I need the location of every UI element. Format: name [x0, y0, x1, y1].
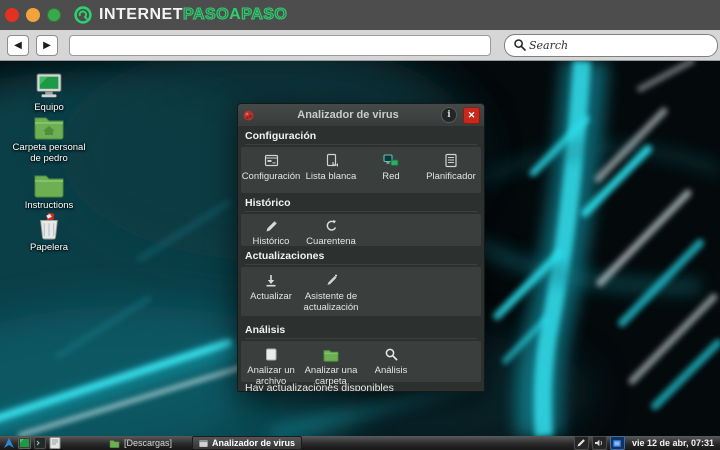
item-label: Análisis	[374, 365, 408, 376]
folder-icon	[34, 175, 64, 198]
logo-word-paso2: PASO	[241, 5, 288, 23]
item-label: Red	[382, 171, 400, 182]
task-button-analizador[interactable]: Analizador de virus	[192, 436, 303, 450]
folder-icon	[109, 439, 120, 448]
forward-button[interactable]: ▶	[36, 34, 58, 56]
desktop-icon-home-folder[interactable]: Carpeta personal de pedro	[7, 114, 91, 164]
item-label: Planificador	[426, 171, 476, 182]
item-label: Lista blanca	[305, 171, 357, 182]
scheduler-icon	[444, 152, 458, 169]
desktop-icon-label: Instructions	[24, 200, 74, 211]
taskbar-clock[interactable]: vie 12 de abr, 07:31	[632, 438, 714, 448]
analisis-button[interactable]: Análisis	[361, 346, 421, 376]
window-icon	[199, 439, 208, 447]
desktop-icon-label: Papelera	[29, 242, 69, 253]
traffic-maximize-button[interactable]	[47, 8, 61, 22]
section-panel-actualizaciones: Actualizar Asistente de actualización	[241, 267, 481, 316]
item-label: Configuración	[241, 171, 301, 182]
historico-button[interactable]: Histórico	[241, 219, 301, 247]
desktop-icon-papelera[interactable]: Papelera	[7, 212, 91, 253]
planificador-button[interactable]: Planificador	[421, 152, 481, 193]
logo-word-a: A	[229, 6, 242, 23]
network-icon	[383, 152, 399, 169]
section-header-analisis: Análisis	[238, 320, 484, 341]
file-icon	[264, 346, 278, 363]
virus-analyzer-window: Analizador de virus i ✕ Configuración Co…	[237, 103, 485, 392]
menu-launcher-icon[interactable]	[3, 437, 15, 449]
url-input[interactable]	[69, 34, 491, 56]
status-text: Hay actualizaciones disponibles	[245, 382, 394, 392]
logo-text: INTERNET PASO A PASO	[99, 5, 288, 24]
cuarentena-button[interactable]: Cuarentena	[301, 219, 361, 247]
back-button[interactable]: ◀	[7, 34, 29, 56]
history-pencil-icon	[264, 219, 279, 234]
item-label: Actualizar	[250, 291, 292, 302]
home-folder-icon	[34, 117, 64, 140]
task-label: Analizador de virus	[212, 438, 296, 448]
system-tray: vie 12 de abr, 07:31	[573, 436, 720, 450]
taskbar: [Descargas] Analizador de virus vie 12 d…	[0, 436, 720, 450]
task-label: [Descargas]	[124, 438, 173, 448]
browser-navbar: ◀ ▶	[0, 30, 720, 61]
tray-pencil-icon[interactable]	[573, 436, 589, 450]
section-panel-configuracion: Configuración Lista blanca Red Planifica…	[241, 147, 481, 193]
red-button[interactable]: Red	[361, 152, 421, 193]
computer-icon	[36, 73, 62, 98]
dark-app-launcher-icon[interactable]	[34, 437, 46, 449]
browser-titlebar: INTERNET PASO A PASO	[0, 0, 720, 30]
quarantine-icon	[324, 219, 339, 234]
desktop-icon-equipo[interactable]: Equipo	[7, 72, 91, 113]
analizar-archivo-button[interactable]: Analizar un archivo	[241, 346, 301, 387]
terminal-launcher-icon[interactable]	[18, 437, 31, 449]
asistente-actualizacion-button[interactable]: Asistente de actualización	[301, 272, 361, 313]
window-statusbar: Hay actualizaciones disponibles	[238, 382, 484, 392]
tray-network-icon[interactable]	[609, 436, 625, 450]
window-titlebar[interactable]: Analizador de virus i ✕	[238, 104, 484, 126]
analizar-carpeta-button[interactable]: Analizar una carpeta	[301, 346, 361, 387]
logo-word-paso1: PASO	[182, 5, 230, 23]
logo-ring-icon	[74, 6, 92, 24]
virus-app-icon	[243, 110, 254, 120]
traffic-minimize-button[interactable]	[26, 8, 40, 22]
item-label: Asistente de actualización	[303, 291, 359, 313]
internetpasoapaso-logo: INTERNET PASO A PASO	[73, 5, 287, 25]
window-title: Analizador de virus	[297, 109, 399, 121]
close-button[interactable]: ✕	[463, 106, 480, 124]
desktop-icon-label: Equipo	[34, 102, 64, 113]
section-header-actualizaciones: Actualizaciones	[238, 246, 484, 267]
traffic-close-button[interactable]	[5, 8, 19, 22]
download-icon	[264, 272, 278, 289]
settings-icon	[264, 152, 279, 169]
section-panel-historico: Histórico Cuarentena	[241, 214, 481, 247]
desktop: Equipo Carpeta personal de pedro Instruc…	[0, 61, 720, 436]
desktop-icon-label: Carpeta personal de pedro	[12, 142, 86, 164]
section-panel-analisis: Analizar un archivo Analizar una carpeta…	[241, 341, 481, 387]
section-header-historico: Histórico	[238, 193, 484, 214]
actualizar-button[interactable]: Actualizar	[241, 272, 301, 302]
configuracion-button[interactable]: Configuración	[241, 152, 301, 193]
whitelist-icon	[324, 152, 339, 169]
lista-blanca-button[interactable]: Lista blanca	[301, 152, 361, 193]
screen: INTERNET PASO A PASO ◀ ▶ Search Equipo C…	[0, 0, 720, 450]
search-icon	[514, 39, 526, 51]
logo-word-internet: INTERNET	[99, 6, 183, 23]
search-box[interactable]	[504, 33, 718, 57]
folder-icon	[323, 346, 339, 363]
trash-icon	[40, 212, 58, 240]
desktop-icon-instructions[interactable]: Instructions	[7, 172, 91, 211]
section-header-configuracion: Configuración	[238, 126, 484, 147]
magnifier-icon	[384, 346, 399, 363]
info-button[interactable]: i	[441, 107, 457, 123]
search-input[interactable]	[527, 37, 681, 53]
files-launcher-icon[interactable]	[49, 437, 61, 449]
task-button-descargas[interactable]: [Descargas]	[103, 437, 178, 450]
update-wizard-icon	[324, 272, 339, 289]
tray-volume-icon[interactable]	[591, 436, 607, 450]
